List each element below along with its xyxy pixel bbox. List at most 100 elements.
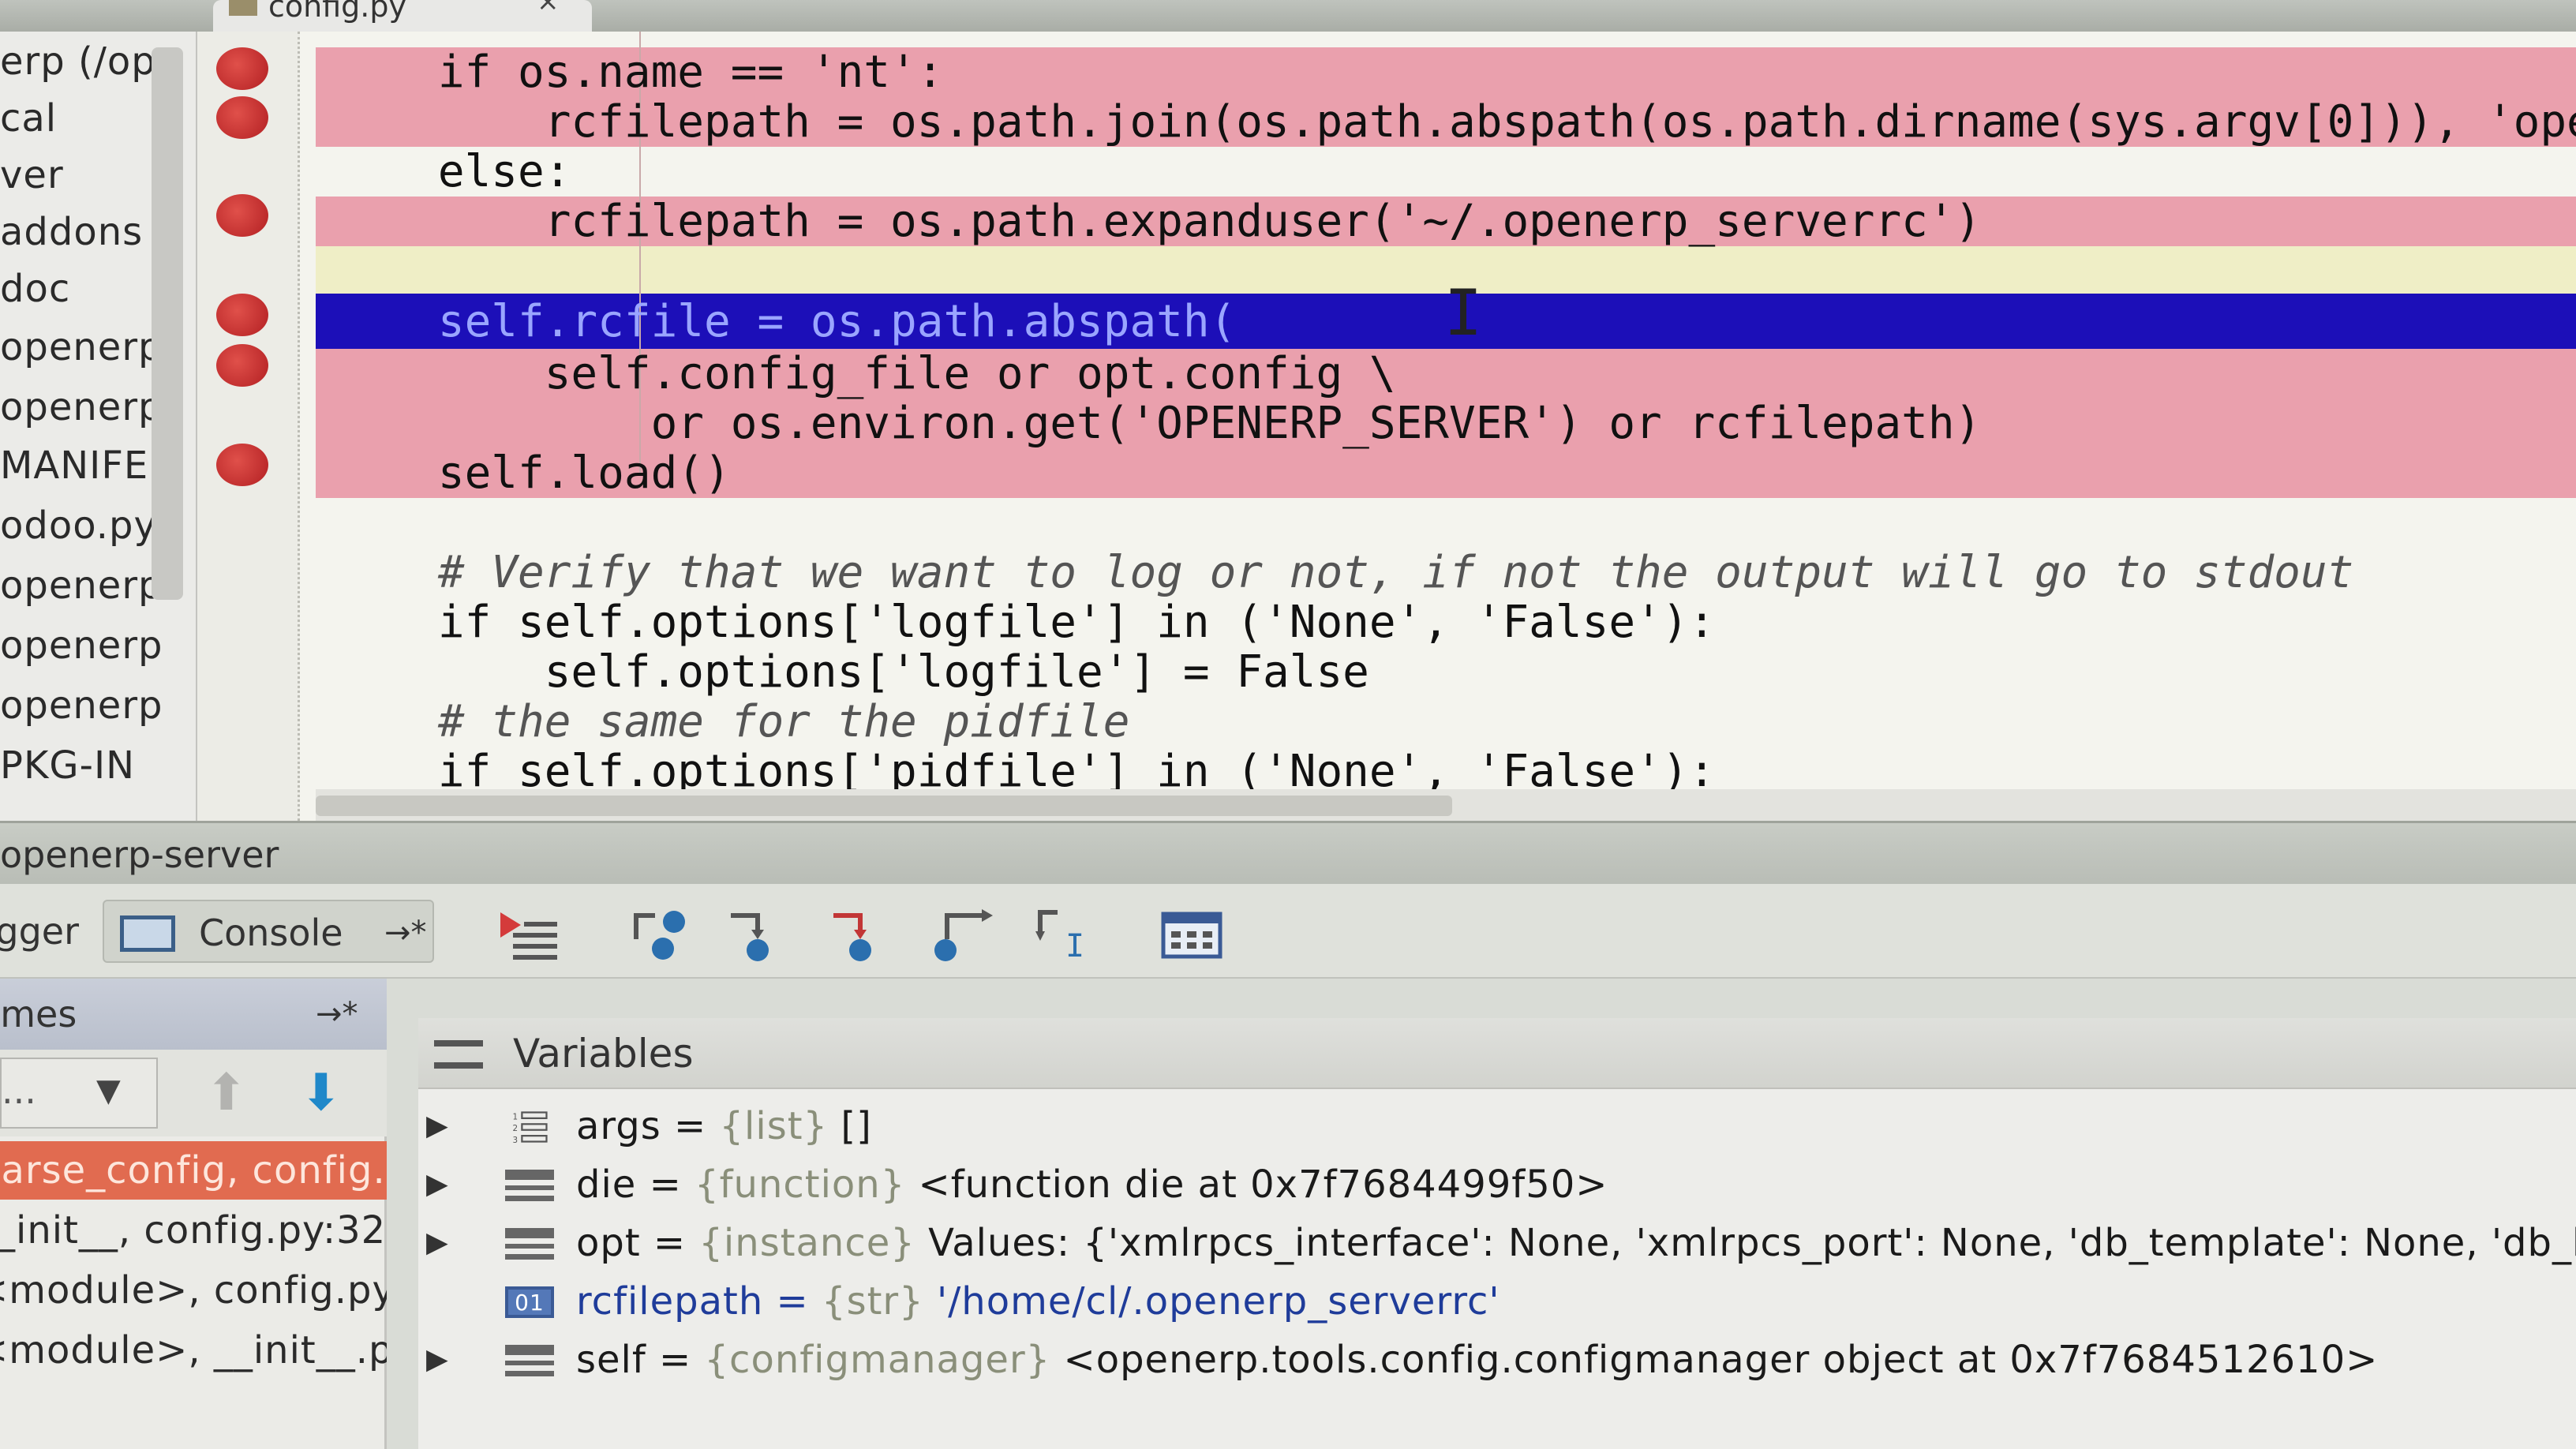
breakpoint-icon[interactable] [216, 194, 268, 237]
chevron-down-icon: ▼ [96, 1073, 121, 1109]
debug-toolbar: Debugger Console →* I [0, 884, 2576, 979]
step-out-icon[interactable] [931, 908, 994, 963]
list-icon: 1 2 3 [513, 1111, 548, 1143]
svg-text:3: 3 [513, 1136, 519, 1143]
code-comment: # Verify that we want to log or not, if … [331, 547, 2354, 598]
tab-console[interactable]: Console →* [103, 900, 434, 963]
variable-row[interactable]: ▶ self = {configmanager} <openerp.tools.… [418, 1331, 2576, 1389]
tree-scrollbar[interactable] [152, 47, 183, 600]
field-icon [505, 1228, 554, 1260]
variable-row[interactable]: ▶ 123 args = {list} [] [418, 1097, 2576, 1155]
variable-type: {configmanager} [704, 1338, 1051, 1382]
tree-item[interactable]: openerp [0, 623, 189, 679]
thread-selector-value: ... [2, 1069, 36, 1112]
variable-type: {str} [822, 1279, 924, 1324]
variable-value: Values: {'xmlrpcs_interface': None, 'xml… [928, 1221, 2576, 1265]
frame-label: <module>, config.py:67 [0, 1268, 387, 1312]
tree-item[interactable]: PKG-IN [0, 743, 189, 799]
frame-label: parse_config, config.py: [0, 1148, 387, 1193]
variable-value: <openerp.tools.config.configmanager obje… [1063, 1338, 2379, 1382]
code-editor[interactable]: if os.name == 'nt': rcfilepath = os.path… [197, 32, 2576, 821]
pin-icon[interactable]: →* [316, 979, 358, 1050]
variable-type: {function} [695, 1163, 906, 1207]
tree-item[interactable]: openerp [0, 683, 189, 739]
thread-selector[interactable]: ... ▼ [0, 1058, 158, 1129]
svg-text:2: 2 [513, 1124, 519, 1133]
variable-row[interactable]: ▶ die = {function} <function die at 0x7f… [418, 1155, 2576, 1214]
next-frame-icon[interactable]: ⬇ [300, 1064, 343, 1122]
breakpoint-icon[interactable] [216, 96, 268, 139]
frames-header: Frames →* [0, 979, 387, 1050]
python-file-icon [229, 0, 257, 16]
code-line: self.config_file or opt.config \ [331, 348, 1396, 399]
console-icon [120, 915, 175, 952]
pin-icon[interactable]: →* [384, 901, 427, 964]
expand-triangle-icon[interactable]: ▶ [426, 1214, 449, 1272]
code-line: or os.environ.get('OPENERP_SERVER') or r… [331, 398, 1982, 449]
variables-header: Variables [418, 1018, 2576, 1089]
frames-toolbar: ... ▼ ⬆ ⬇ [0, 1050, 387, 1136]
line-highlight [316, 147, 2576, 197]
frames-panel: Frames →* ... ▼ ⬆ ⬇ parse_config, config… [0, 979, 387, 1449]
code-line: self.load() [331, 447, 731, 499]
frame-row[interactable]: <module>, config.py:67 [0, 1261, 387, 1320]
breakpoint-icon[interactable] [216, 444, 268, 486]
code-line: self.options['logfile'] = False [331, 646, 1369, 698]
field-icon [505, 1345, 554, 1376]
variable-value: <function die at 0x7f7684499f50> [918, 1163, 1608, 1207]
svg-text:1: 1 [513, 1112, 519, 1121]
frame-row[interactable]: __init__, config.py:320 [0, 1201, 387, 1260]
frames-title: Frames [0, 993, 77, 1035]
debug-session-title: openerp-server [0, 821, 2576, 884]
evaluate-expression-icon[interactable] [1160, 908, 1223, 963]
run-to-cursor-icon[interactable]: I [1034, 908, 1097, 963]
variable-type: {instance} [698, 1221, 915, 1265]
variables-title: Variables [513, 1031, 694, 1076]
variable-name: args [576, 1104, 661, 1148]
scrollbar-thumb[interactable] [316, 796, 1452, 816]
variable-name: opt [576, 1221, 641, 1265]
editor-gutter[interactable] [197, 32, 300, 821]
variables-icon [434, 1040, 483, 1069]
variable-value: '/home/cl/.openerp_serverrc' [936, 1279, 1500, 1324]
force-step-into-icon[interactable] [829, 908, 892, 963]
variable-name: self [576, 1338, 646, 1382]
breakpoint-icon[interactable] [216, 344, 268, 387]
variable-row[interactable]: ▶ opt = {instance} Values: {'xmlrpcs_int… [418, 1214, 2576, 1272]
expand-triangle-icon[interactable]: ▶ [426, 1097, 449, 1155]
variable-row[interactable]: 01 rcfilepath = {str} '/home/cl/.openerp… [418, 1272, 2576, 1331]
console-tab-label: Console [199, 912, 343, 954]
variables-panel: Variables ▶ 123 args = {list} [] ▶ die =… [418, 1018, 2576, 1449]
variable-value: [] [841, 1104, 872, 1148]
frame-label: <module>, __init__.py:2 [0, 1328, 387, 1372]
frame-row[interactable]: <module>, __init__.py:2 [0, 1321, 387, 1380]
code-line: rcfilepath = os.path.join(os.path.abspat… [544, 96, 2576, 148]
variable-type: {list} [719, 1104, 829, 1148]
expand-triangle-icon[interactable]: ▶ [426, 1331, 449, 1389]
project-tree: erp (/op cal ver addons doc openerp open… [0, 32, 197, 821]
current-execution-line: self.rcfile = os.path.abspath( [331, 296, 1237, 347]
step-into-icon[interactable] [726, 908, 789, 963]
string-type-icon: 01 [505, 1286, 554, 1318]
field-icon [505, 1170, 554, 1201]
code-comment: # the same for the pidfile [331, 696, 1130, 747]
variable-name: die [576, 1163, 637, 1207]
previous-frame-icon[interactable]: ⬆ [205, 1064, 248, 1122]
breakpoint-icon[interactable] [216, 47, 268, 90]
step-over-icon[interactable] [631, 908, 695, 963]
editor-tab-strip: config.py × [0, 0, 2576, 32]
frame-row-selected[interactable]: parse_config, config.py: [0, 1141, 387, 1200]
text-cursor-icon: I [1444, 276, 1483, 350]
breakpoint-icon[interactable] [216, 294, 268, 336]
show-execution-point-icon[interactable] [497, 908, 560, 963]
code-line: if self.options['logfile'] in ('None', '… [331, 597, 1716, 648]
code-line: else: [331, 146, 571, 197]
svg-text:I: I [1065, 928, 1084, 963]
close-tab-icon[interactable]: × [537, 0, 560, 15]
code-line: if os.name == 'nt': [331, 47, 944, 98]
tab-debugger[interactable]: Debugger [0, 900, 87, 963]
variable-name: rcfilepath [576, 1279, 764, 1324]
tab-config-py[interactable]: config.py × [213, 0, 592, 32]
editor-horizontal-scrollbar[interactable] [316, 789, 2576, 821]
expand-triangle-icon[interactable]: ▶ [426, 1155, 449, 1214]
